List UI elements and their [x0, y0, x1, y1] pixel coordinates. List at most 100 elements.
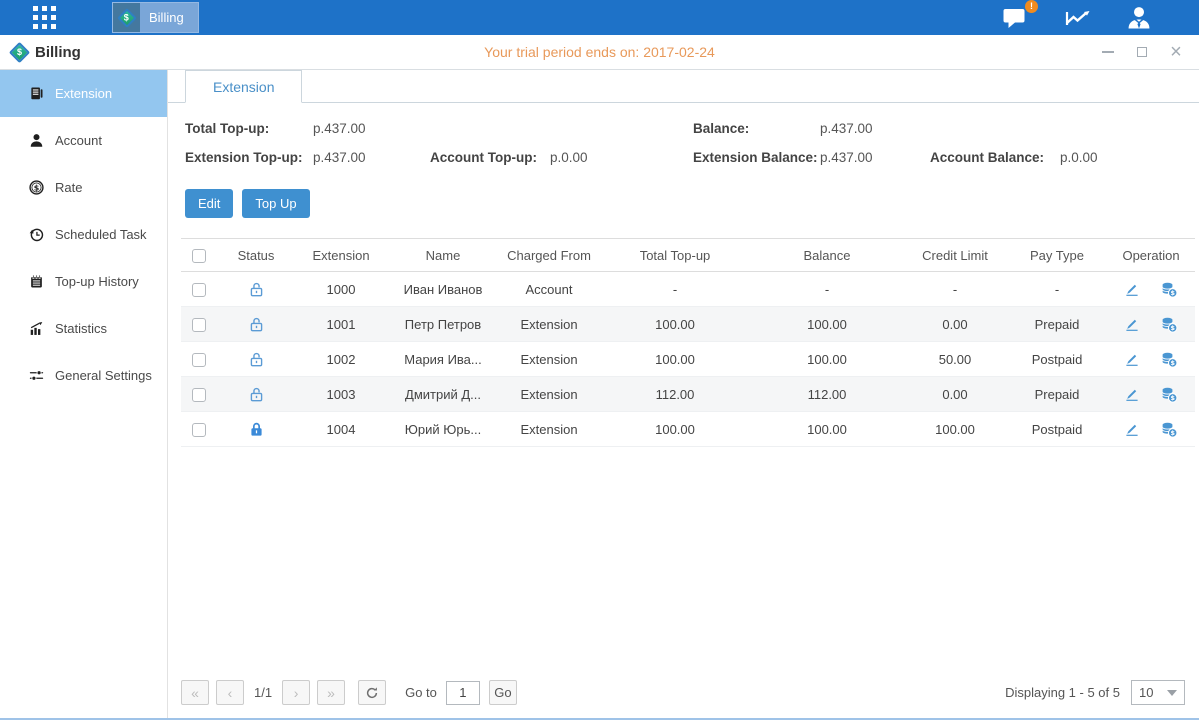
total-topup-value: p.437.00	[313, 121, 693, 136]
topup-extension-icon[interactable]: $	[1160, 281, 1178, 298]
cell-extension: 1003	[295, 377, 387, 412]
sidebar-item-topup-history[interactable]: Top-up History	[0, 258, 167, 305]
account-balance-value: p.0.00	[1060, 150, 1185, 165]
minimize-button[interactable]	[1101, 45, 1115, 59]
sidebar-item-extension[interactable]: Extension	[0, 70, 167, 117]
header-total-topup: Total Top-up	[599, 239, 751, 272]
header-name: Name	[387, 239, 499, 272]
cell-pay-type: Postpaid	[1007, 342, 1107, 377]
next-page-button[interactable]: ›	[282, 680, 310, 705]
prev-page-button[interactable]: ‹	[216, 680, 244, 705]
topbar-tab-billing[interactable]: $ Billing	[112, 2, 199, 33]
sidebar-item-label: Scheduled Task	[55, 227, 147, 242]
select-all-checkbox[interactable]	[192, 249, 206, 263]
header-extension: Extension	[295, 239, 387, 272]
cell-name: Дмитрий Д...	[387, 377, 499, 412]
user-account-icon[interactable]	[1125, 5, 1153, 30]
cell-charged-from: Extension	[499, 307, 599, 342]
topup-extension-icon[interactable]: $	[1160, 421, 1178, 438]
pagination-bar: « ‹ 1/1 › » Go to Go Displaying 1 - 5 of…	[168, 672, 1199, 718]
topbar-tab-label: Billing	[149, 10, 184, 25]
rate-icon: $	[29, 180, 44, 195]
lock-open-icon[interactable]	[248, 281, 265, 298]
cell-pay-type: Prepaid	[1007, 307, 1107, 342]
billing-app-icon: $	[113, 3, 140, 32]
go-button[interactable]: Go	[489, 680, 517, 705]
sidebar-item-label: Top-up History	[55, 274, 139, 289]
cell-credit-limit: 50.00	[903, 342, 1007, 377]
row-checkbox[interactable]	[192, 283, 206, 297]
row-checkbox[interactable]	[192, 353, 206, 367]
edit-extension-icon[interactable]	[1124, 421, 1140, 437]
row-checkbox[interactable]	[192, 423, 206, 437]
edit-extension-icon[interactable]	[1124, 386, 1140, 402]
tab-extension[interactable]: Extension	[185, 70, 302, 103]
edit-extension-icon[interactable]	[1124, 281, 1140, 297]
cell-charged-from: Extension	[499, 342, 599, 377]
lock-open-icon[interactable]	[248, 316, 265, 333]
page-size-value: 10	[1139, 685, 1153, 700]
billing-app-window: $ Billing !	[0, 0, 1199, 720]
last-page-button[interactable]: »	[317, 680, 345, 705]
cell-credit-limit: 100.00	[903, 412, 1007, 447]
cell-credit-limit: 0.00	[903, 307, 1007, 342]
table-row: 1003 Дмитрий Д... Extension 112.00 112.0…	[181, 377, 1195, 412]
page-size-select[interactable]: 10	[1131, 680, 1185, 705]
tab-bar: Extension	[168, 70, 1199, 103]
edit-button[interactable]: Edit	[185, 189, 233, 218]
notifications-icon[interactable]: !	[1001, 6, 1031, 30]
sidebar-item-label: Rate	[55, 180, 82, 195]
topup-extension-icon[interactable]: $	[1160, 316, 1178, 333]
sidebar-item-general-settings[interactable]: General Settings	[0, 352, 167, 399]
cell-name: Юрий Юрь...	[387, 412, 499, 447]
cell-total-topup: -	[599, 272, 751, 307]
close-button[interactable]: ×	[1169, 45, 1183, 59]
refresh-icon[interactable]	[358, 680, 386, 705]
sidebar-item-label: Statistics	[55, 321, 107, 336]
table-row: 1001 Петр Петров Extension 100.00 100.00…	[181, 307, 1195, 342]
cell-balance: 100.00	[751, 307, 903, 342]
app-grid-icon[interactable]	[33, 6, 56, 29]
table-row: 1004 Юрий Юрь... Extension 100.00 100.00…	[181, 412, 1195, 447]
sidebar-item-account[interactable]: Account	[0, 117, 167, 164]
top-up-button[interactable]: Top Up	[242, 189, 309, 218]
row-checkbox[interactable]	[192, 318, 206, 332]
table-header-row: Status Extension Name Charged From Total…	[181, 239, 1195, 272]
trial-notice: Your trial period ends on: 2017-02-24	[0, 44, 1199, 60]
first-page-button[interactable]: «	[181, 680, 209, 705]
header-pay-type: Pay Type	[1007, 239, 1107, 272]
top-navigation-bar: $ Billing !	[0, 0, 1199, 35]
extension-balance-label: Extension Balance:	[693, 150, 820, 165]
edit-extension-icon[interactable]	[1124, 316, 1140, 332]
lock-open-icon[interactable]	[248, 386, 265, 403]
topup-extension-icon[interactable]: $	[1160, 386, 1178, 403]
svg-text:$: $	[34, 183, 40, 192]
row-checkbox[interactable]	[192, 388, 206, 402]
cell-extension: 1004	[295, 412, 387, 447]
cell-total-topup: 100.00	[599, 412, 751, 447]
cell-balance: 112.00	[751, 377, 903, 412]
cell-total-topup: 100.00	[599, 307, 751, 342]
displaying-status: Displaying 1 - 5 of 5	[1005, 685, 1120, 700]
reports-chart-icon[interactable]	[1063, 6, 1093, 30]
extension-topup-label: Extension Top-up:	[185, 150, 313, 165]
maximize-button[interactable]	[1135, 45, 1149, 59]
extension-balance-value: p.437.00	[820, 150, 930, 165]
page-indicator: 1/1	[254, 685, 272, 700]
account-balance-label: Account Balance:	[930, 150, 1060, 165]
sidebar-item-statistics[interactable]: Statistics	[0, 305, 167, 352]
lock-closed-icon[interactable]	[248, 421, 265, 438]
cell-pay-type: Postpaid	[1007, 412, 1107, 447]
window-title: Billing	[35, 44, 81, 61]
account-icon	[29, 133, 44, 148]
svg-text:$: $	[1171, 394, 1175, 402]
edit-extension-icon[interactable]	[1124, 351, 1140, 367]
cell-name: Мария Ива...	[387, 342, 499, 377]
lock-open-icon[interactable]	[248, 351, 265, 368]
sidebar-item-rate[interactable]: $ Rate	[0, 164, 167, 211]
topup-extension-icon[interactable]: $	[1160, 351, 1178, 368]
sidebar-item-label: General Settings	[55, 368, 152, 383]
sidebar-item-scheduled-task[interactable]: Scheduled Task	[0, 211, 167, 258]
goto-page-input[interactable]	[446, 681, 480, 705]
svg-text:$: $	[1171, 359, 1175, 367]
